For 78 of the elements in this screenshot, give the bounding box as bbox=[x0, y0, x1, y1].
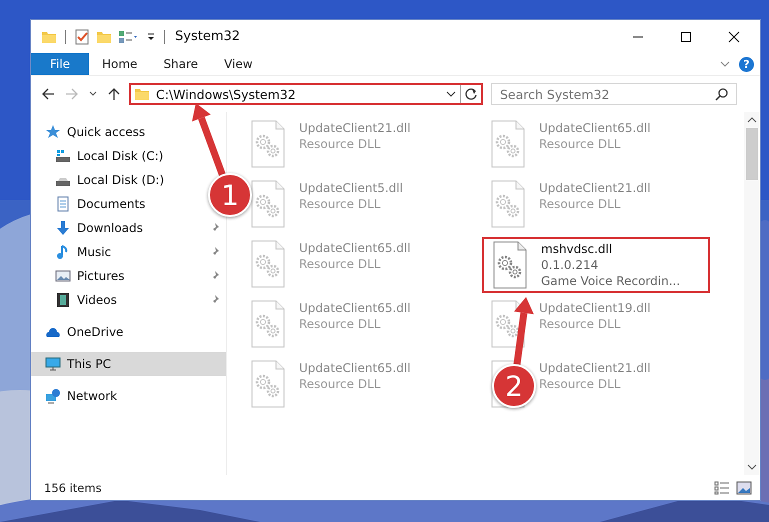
search-icon[interactable] bbox=[715, 87, 729, 101]
back-arrow-icon[interactable] bbox=[41, 87, 55, 101]
refresh-icon[interactable] bbox=[464, 87, 478, 101]
file-description: Resource DLL bbox=[539, 136, 622, 152]
file-name: UpdateClient65.dll bbox=[299, 300, 411, 316]
navigation-item[interactable]: Local Disk (D:) bbox=[77, 173, 164, 187]
checklist-icon[interactable] bbox=[74, 28, 90, 44]
file-name: UpdateClient65.dll bbox=[299, 240, 411, 256]
file-description: Resource DLL bbox=[299, 196, 382, 212]
system-drive-icon bbox=[55, 148, 71, 164]
scroll-up-icon[interactable] bbox=[747, 116, 757, 124]
video-icon bbox=[55, 292, 71, 308]
navigation-item[interactable]: Local Disk (C:) bbox=[77, 149, 164, 163]
file-gears-icon bbox=[251, 360, 285, 408]
caret-icon[interactable] bbox=[89, 90, 97, 98]
computer-icon bbox=[45, 356, 61, 372]
highlighted-file-item[interactable]: mshvdsc.dll 0.1.0.214 Game Voice Recordin... bbox=[483, 238, 709, 292]
file-name: UpdateClient5.dll bbox=[299, 180, 403, 196]
address-path: C:\Windows\System32 bbox=[156, 86, 296, 102]
navigation-item[interactable]: OneDrive bbox=[67, 325, 124, 339]
details-view-icon[interactable] bbox=[714, 480, 730, 494]
file-menu-button[interactable]: File bbox=[31, 53, 89, 75]
file-gears-icon bbox=[251, 180, 285, 228]
scrollbar[interactable] bbox=[744, 112, 760, 475]
dropdown-caret-icon[interactable] bbox=[446, 89, 456, 99]
close-icon[interactable] bbox=[728, 30, 740, 42]
network-icon bbox=[45, 388, 61, 404]
ribbon-tab[interactable]: Home bbox=[89, 53, 150, 75]
window-title: System32 bbox=[175, 29, 240, 44]
file-gears-icon bbox=[251, 120, 285, 168]
ribbon-tab[interactable]: View bbox=[211, 53, 266, 75]
ribbon-tab[interactable]: Share bbox=[150, 53, 212, 75]
folder-icon bbox=[134, 86, 150, 102]
file-description: Game Voice Recordin... bbox=[541, 273, 680, 289]
scroll-thumb[interactable] bbox=[746, 128, 758, 180]
item-count: 156 items bbox=[44, 480, 102, 494]
selected-navigation-row[interactable]: This PC bbox=[31, 352, 226, 376]
file-gears-icon bbox=[251, 300, 285, 348]
document-icon bbox=[55, 196, 71, 212]
navigation-item[interactable]: Documents bbox=[77, 197, 146, 211]
properties-icon[interactable] bbox=[118, 28, 140, 44]
file-gears-icon bbox=[491, 180, 525, 228]
file-name: UpdateClient21.dll bbox=[299, 120, 411, 136]
file-name: UpdateClient19.dll bbox=[539, 300, 651, 316]
file-gears-icon bbox=[251, 240, 285, 288]
file-version: 0.1.0.214 bbox=[541, 257, 600, 273]
navigation-item[interactable]: Quick access bbox=[67, 125, 146, 139]
address-field[interactable]: C:\Windows\System32 bbox=[129, 83, 483, 105]
up-arrow-icon[interactable] bbox=[107, 87, 121, 101]
navigation-item[interactable]: Pictures bbox=[77, 269, 125, 283]
navigation-item[interactable]: Videos bbox=[77, 293, 117, 307]
file-name: UpdateClient65.dll bbox=[299, 360, 411, 376]
navigation-item[interactable]: Network bbox=[67, 389, 118, 403]
help-button[interactable]: ? bbox=[739, 56, 754, 72]
file-gears-icon bbox=[493, 241, 527, 289]
download-icon bbox=[55, 220, 71, 236]
navigation-item[interactable]: Downloads bbox=[77, 221, 143, 235]
navigation-item[interactable]: Music bbox=[77, 245, 112, 259]
file-description: Resource DLL bbox=[299, 256, 382, 272]
file-gears-icon bbox=[491, 300, 525, 348]
file-gears-icon bbox=[491, 120, 525, 168]
file-name: UpdateClient21.dll bbox=[539, 180, 651, 196]
file-description: Resource DLL bbox=[299, 316, 382, 332]
pictures-icon bbox=[55, 268, 71, 284]
file-name: UpdateClient21.dll bbox=[539, 360, 651, 376]
file-description: Resource DLL bbox=[299, 136, 382, 152]
file-description: Resource DLL bbox=[299, 376, 382, 392]
navigation-item[interactable]: This PC bbox=[67, 357, 111, 371]
file-name: mshvdsc.dll bbox=[541, 241, 614, 257]
file-description: Resource DLL bbox=[539, 196, 622, 212]
scroll-down-icon[interactable] bbox=[747, 463, 757, 471]
file-description: Resource DLL bbox=[539, 376, 622, 392]
maximize-icon[interactable] bbox=[680, 30, 692, 42]
search-field[interactable]: Search System32 bbox=[491, 83, 737, 105]
star-icon bbox=[45, 124, 61, 140]
large-icons-view-icon[interactable] bbox=[736, 480, 752, 494]
file-name: UpdateClient65.dll bbox=[539, 120, 651, 136]
file-description: Resource DLL bbox=[539, 316, 622, 332]
